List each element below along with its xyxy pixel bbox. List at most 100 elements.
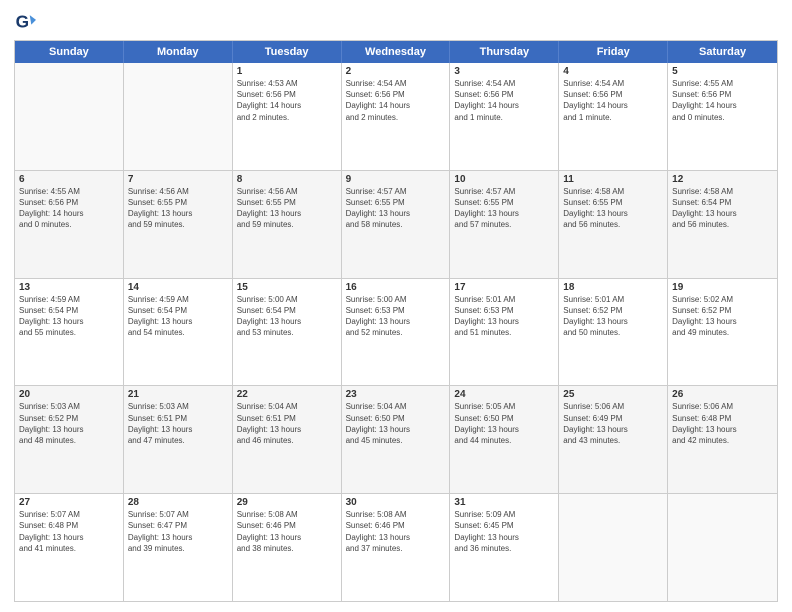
day-detail: Sunrise: 5:08 AM Sunset: 6:46 PM Dayligh… bbox=[346, 509, 446, 554]
day-number: 22 bbox=[237, 389, 337, 400]
calendar-cell-22: 22Sunrise: 5:04 AM Sunset: 6:51 PM Dayli… bbox=[233, 386, 342, 493]
day-number: 12 bbox=[672, 174, 773, 185]
calendar-cell-13: 13Sunrise: 4:59 AM Sunset: 6:54 PM Dayli… bbox=[15, 279, 124, 386]
calendar-header: SundayMondayTuesdayWednesdayThursdayFrid… bbox=[15, 41, 777, 63]
calendar-cell-10: 10Sunrise: 4:57 AM Sunset: 6:55 PM Dayli… bbox=[450, 171, 559, 278]
day-number: 4 bbox=[563, 66, 663, 77]
logo: G bbox=[14, 12, 38, 34]
day-number: 31 bbox=[454, 497, 554, 508]
day-number: 20 bbox=[19, 389, 119, 400]
calendar-cell-8: 8Sunrise: 4:56 AM Sunset: 6:55 PM Daylig… bbox=[233, 171, 342, 278]
header-day-wednesday: Wednesday bbox=[342, 41, 451, 63]
calendar-cell-4: 4Sunrise: 4:54 AM Sunset: 6:56 PM Daylig… bbox=[559, 63, 668, 170]
calendar-cell-25: 25Sunrise: 5:06 AM Sunset: 6:49 PM Dayli… bbox=[559, 386, 668, 493]
calendar-cell-20: 20Sunrise: 5:03 AM Sunset: 6:52 PM Dayli… bbox=[15, 386, 124, 493]
day-number: 18 bbox=[563, 282, 663, 293]
day-detail: Sunrise: 5:03 AM Sunset: 6:52 PM Dayligh… bbox=[19, 401, 119, 446]
day-detail: Sunrise: 5:01 AM Sunset: 6:53 PM Dayligh… bbox=[454, 294, 554, 339]
day-detail: Sunrise: 5:06 AM Sunset: 6:49 PM Dayligh… bbox=[563, 401, 663, 446]
calendar-cell-27: 27Sunrise: 5:07 AM Sunset: 6:48 PM Dayli… bbox=[15, 494, 124, 601]
header: G bbox=[14, 12, 778, 34]
calendar-cell-21: 21Sunrise: 5:03 AM Sunset: 6:51 PM Dayli… bbox=[124, 386, 233, 493]
day-number: 1 bbox=[237, 66, 337, 77]
day-detail: Sunrise: 5:02 AM Sunset: 6:52 PM Dayligh… bbox=[672, 294, 773, 339]
day-number: 6 bbox=[19, 174, 119, 185]
calendar-row-3: 13Sunrise: 4:59 AM Sunset: 6:54 PM Dayli… bbox=[15, 278, 777, 386]
day-number: 30 bbox=[346, 497, 446, 508]
calendar-cell-empty bbox=[668, 494, 777, 601]
day-number: 8 bbox=[237, 174, 337, 185]
day-detail: Sunrise: 4:59 AM Sunset: 6:54 PM Dayligh… bbox=[19, 294, 119, 339]
header-day-friday: Friday bbox=[559, 41, 668, 63]
calendar-cell-empty bbox=[15, 63, 124, 170]
day-detail: Sunrise: 5:04 AM Sunset: 6:50 PM Dayligh… bbox=[346, 401, 446, 446]
day-number: 25 bbox=[563, 389, 663, 400]
day-detail: Sunrise: 5:09 AM Sunset: 6:45 PM Dayligh… bbox=[454, 509, 554, 554]
calendar-cell-23: 23Sunrise: 5:04 AM Sunset: 6:50 PM Dayli… bbox=[342, 386, 451, 493]
calendar-cell-26: 26Sunrise: 5:06 AM Sunset: 6:48 PM Dayli… bbox=[668, 386, 777, 493]
calendar-row-2: 6Sunrise: 4:55 AM Sunset: 6:56 PM Daylig… bbox=[15, 170, 777, 278]
calendar-cell-2: 2Sunrise: 4:54 AM Sunset: 6:56 PM Daylig… bbox=[342, 63, 451, 170]
day-detail: Sunrise: 4:57 AM Sunset: 6:55 PM Dayligh… bbox=[346, 186, 446, 231]
day-detail: Sunrise: 5:08 AM Sunset: 6:46 PM Dayligh… bbox=[237, 509, 337, 554]
calendar-cell-1: 1Sunrise: 4:53 AM Sunset: 6:56 PM Daylig… bbox=[233, 63, 342, 170]
calendar-row-4: 20Sunrise: 5:03 AM Sunset: 6:52 PM Dayli… bbox=[15, 385, 777, 493]
header-day-monday: Monday bbox=[124, 41, 233, 63]
day-number: 19 bbox=[672, 282, 773, 293]
calendar-body: 1Sunrise: 4:53 AM Sunset: 6:56 PM Daylig… bbox=[15, 63, 777, 601]
day-number: 16 bbox=[346, 282, 446, 293]
day-detail: Sunrise: 5:00 AM Sunset: 6:53 PM Dayligh… bbox=[346, 294, 446, 339]
calendar-cell-19: 19Sunrise: 5:02 AM Sunset: 6:52 PM Dayli… bbox=[668, 279, 777, 386]
calendar-cell-12: 12Sunrise: 4:58 AM Sunset: 6:54 PM Dayli… bbox=[668, 171, 777, 278]
calendar-cell-17: 17Sunrise: 5:01 AM Sunset: 6:53 PM Dayli… bbox=[450, 279, 559, 386]
day-detail: Sunrise: 4:54 AM Sunset: 6:56 PM Dayligh… bbox=[563, 78, 663, 123]
day-number: 23 bbox=[346, 389, 446, 400]
day-number: 21 bbox=[128, 389, 228, 400]
day-number: 9 bbox=[346, 174, 446, 185]
calendar-cell-3: 3Sunrise: 4:54 AM Sunset: 6:56 PM Daylig… bbox=[450, 63, 559, 170]
calendar-cell-9: 9Sunrise: 4:57 AM Sunset: 6:55 PM Daylig… bbox=[342, 171, 451, 278]
calendar-cell-28: 28Sunrise: 5:07 AM Sunset: 6:47 PM Dayli… bbox=[124, 494, 233, 601]
day-detail: Sunrise: 5:07 AM Sunset: 6:47 PM Dayligh… bbox=[128, 509, 228, 554]
day-number: 27 bbox=[19, 497, 119, 508]
day-detail: Sunrise: 5:05 AM Sunset: 6:50 PM Dayligh… bbox=[454, 401, 554, 446]
header-day-tuesday: Tuesday bbox=[233, 41, 342, 63]
day-detail: Sunrise: 4:59 AM Sunset: 6:54 PM Dayligh… bbox=[128, 294, 228, 339]
day-detail: Sunrise: 4:58 AM Sunset: 6:54 PM Dayligh… bbox=[672, 186, 773, 231]
day-detail: Sunrise: 5:03 AM Sunset: 6:51 PM Dayligh… bbox=[128, 401, 228, 446]
day-detail: Sunrise: 5:04 AM Sunset: 6:51 PM Dayligh… bbox=[237, 401, 337, 446]
calendar-cell-5: 5Sunrise: 4:55 AM Sunset: 6:56 PM Daylig… bbox=[668, 63, 777, 170]
calendar-cell-18: 18Sunrise: 5:01 AM Sunset: 6:52 PM Dayli… bbox=[559, 279, 668, 386]
day-number: 3 bbox=[454, 66, 554, 77]
day-number: 14 bbox=[128, 282, 228, 293]
header-day-sunday: Sunday bbox=[15, 41, 124, 63]
calendar-cell-6: 6Sunrise: 4:55 AM Sunset: 6:56 PM Daylig… bbox=[15, 171, 124, 278]
calendar-cell-empty bbox=[559, 494, 668, 601]
calendar: SundayMondayTuesdayWednesdayThursdayFrid… bbox=[14, 40, 778, 602]
calendar-cell-15: 15Sunrise: 5:00 AM Sunset: 6:54 PM Dayli… bbox=[233, 279, 342, 386]
day-number: 24 bbox=[454, 389, 554, 400]
day-detail: Sunrise: 5:00 AM Sunset: 6:54 PM Dayligh… bbox=[237, 294, 337, 339]
calendar-cell-14: 14Sunrise: 4:59 AM Sunset: 6:54 PM Dayli… bbox=[124, 279, 233, 386]
day-detail: Sunrise: 4:55 AM Sunset: 6:56 PM Dayligh… bbox=[19, 186, 119, 231]
day-number: 5 bbox=[672, 66, 773, 77]
calendar-row-1: 1Sunrise: 4:53 AM Sunset: 6:56 PM Daylig… bbox=[15, 63, 777, 170]
calendar-cell-29: 29Sunrise: 5:08 AM Sunset: 6:46 PM Dayli… bbox=[233, 494, 342, 601]
day-detail: Sunrise: 4:53 AM Sunset: 6:56 PM Dayligh… bbox=[237, 78, 337, 123]
day-detail: Sunrise: 4:57 AM Sunset: 6:55 PM Dayligh… bbox=[454, 186, 554, 231]
calendar-row-5: 27Sunrise: 5:07 AM Sunset: 6:48 PM Dayli… bbox=[15, 493, 777, 601]
day-number: 7 bbox=[128, 174, 228, 185]
day-number: 2 bbox=[346, 66, 446, 77]
calendar-cell-11: 11Sunrise: 4:58 AM Sunset: 6:55 PM Dayli… bbox=[559, 171, 668, 278]
calendar-cell-empty bbox=[124, 63, 233, 170]
calendar-cell-24: 24Sunrise: 5:05 AM Sunset: 6:50 PM Dayli… bbox=[450, 386, 559, 493]
calendar-cell-7: 7Sunrise: 4:56 AM Sunset: 6:55 PM Daylig… bbox=[124, 171, 233, 278]
day-number: 10 bbox=[454, 174, 554, 185]
day-detail: Sunrise: 4:58 AM Sunset: 6:55 PM Dayligh… bbox=[563, 186, 663, 231]
day-detail: Sunrise: 4:56 AM Sunset: 6:55 PM Dayligh… bbox=[237, 186, 337, 231]
svg-text:G: G bbox=[16, 12, 29, 32]
day-detail: Sunrise: 4:54 AM Sunset: 6:56 PM Dayligh… bbox=[346, 78, 446, 123]
day-number: 29 bbox=[237, 497, 337, 508]
day-detail: Sunrise: 4:56 AM Sunset: 6:55 PM Dayligh… bbox=[128, 186, 228, 231]
calendar-cell-30: 30Sunrise: 5:08 AM Sunset: 6:46 PM Dayli… bbox=[342, 494, 451, 601]
